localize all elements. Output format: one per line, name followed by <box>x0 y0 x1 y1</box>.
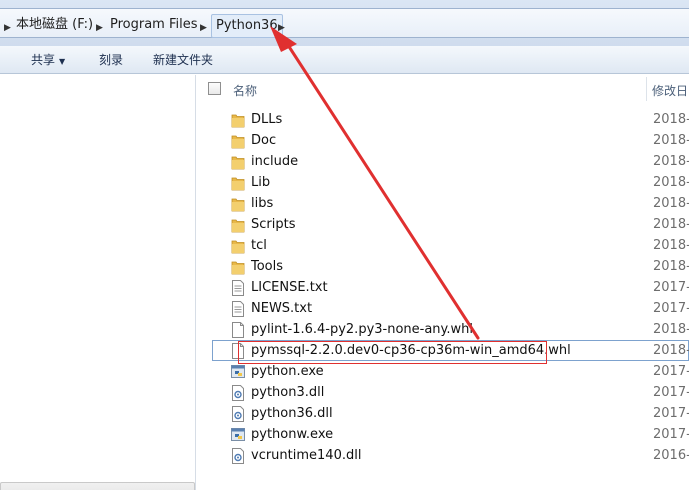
python-exe-icon <box>231 364 245 380</box>
file-name: Doc <box>251 133 277 148</box>
share-label: 共享 <box>31 53 56 67</box>
file-name: python3.dll <box>251 385 325 400</box>
select-all-checkbox[interactable] <box>208 82 221 95</box>
file-name: Scripts <box>251 217 296 232</box>
file-row[interactable]: tcl 2018-0 <box>197 235 689 256</box>
text-file-icon <box>231 280 245 296</box>
file-date: 2017-1 <box>653 301 689 316</box>
file-date: 2017-1 <box>653 406 689 421</box>
chevron-right-icon[interactable]: ▶ <box>278 20 285 36</box>
file-row[interactable]: pylint-1.6.4-py2.py3-none-any.whl 2018-0 <box>197 319 689 340</box>
crumb-drive[interactable]: 本地磁盘 (F:) <box>16 17 93 33</box>
file-date: 2018-0 <box>653 259 689 274</box>
folder-icon <box>231 238 245 254</box>
file-row[interactable]: include 2018-0 <box>197 151 689 172</box>
file-name: python.exe <box>251 364 324 379</box>
file-name: tcl <box>251 238 267 253</box>
address-bar: ▶ 本地磁盘 (F:) ▶ Program Files ▶ Python36 ▶ <box>0 0 689 46</box>
file-name: LICENSE.txt <box>251 280 328 295</box>
crumb-python36[interactable]: Python36 <box>211 14 283 38</box>
folder-icon <box>231 154 245 170</box>
file-date: 2018-0 <box>653 133 689 148</box>
file-name: vcruntime140.dll <box>251 448 362 463</box>
chevron-right-icon[interactable]: ▶ <box>4 20 11 36</box>
file-row[interactable]: pythonw.exe 2017-1 <box>197 424 689 445</box>
file-name: libs <box>251 196 274 211</box>
file-row[interactable]: vcruntime140.dll 2016-0 <box>197 445 689 466</box>
file-row[interactable]: Tools 2018-0 <box>197 256 689 277</box>
file-date: 2018-0 <box>653 154 689 169</box>
chevron-right-icon[interactable]: ▶ <box>96 20 103 36</box>
breadcrumb[interactable]: ▶ 本地磁盘 (F:) ▶ Program Files ▶ Python36 ▶ <box>0 8 689 38</box>
file-row[interactable]: python36.dll 2017-1 <box>197 403 689 424</box>
folder-icon <box>231 175 245 191</box>
file-date: 2018-0 <box>653 322 689 337</box>
file-date: 2018-0 <box>653 238 689 253</box>
file-row[interactable]: libs 2018-0 <box>197 193 689 214</box>
file-name: pythonw.exe <box>251 427 334 442</box>
folder-icon <box>231 133 245 149</box>
file-row[interactable]: python3.dll 2017-1 <box>197 382 689 403</box>
burn-button[interactable]: 刻录 <box>99 52 123 68</box>
file-date: 2018-0 <box>653 112 689 127</box>
file-list: DLLs 2018-0 Doc 2018-0 include 2018-0 Lib 2018-… <box>197 109 689 479</box>
file-date: 2018-0 <box>653 196 689 211</box>
folder-icon <box>231 112 245 128</box>
command-toolbar: 共享 ▼ 刻录 新建文件夹 <box>0 46 689 74</box>
chevron-right-icon[interactable]: ▶ <box>200 20 207 36</box>
file-date: 2018-0 <box>653 343 689 358</box>
file-name: python36.dll <box>251 406 333 421</box>
file-name: include <box>251 154 299 169</box>
file-row[interactable]: DLLs 2018-0 <box>197 109 689 130</box>
file-date: 2018-0 <box>653 175 689 190</box>
python-exe-icon <box>231 427 245 443</box>
horizontal-scrollbar[interactable] <box>0 482 195 490</box>
file-name: pylint-1.6.4-py2.py3-none-any.whl <box>251 322 474 337</box>
file-date: 2017-1 <box>653 364 689 379</box>
file-row[interactable]: Scripts 2018-0 <box>197 214 689 235</box>
file-row[interactable]: pymssql-2.2.0.dev0-cp36-cp36m-win_amd64.… <box>212 340 689 361</box>
navigation-pane[interactable] <box>0 75 196 490</box>
text-file-icon <box>231 301 245 317</box>
share-button[interactable]: 共享 ▼ <box>31 52 65 70</box>
file-row[interactable]: Lib 2018-0 <box>197 172 689 193</box>
blank-file-icon <box>231 343 245 359</box>
file-name: DLLs <box>251 112 283 127</box>
file-name: Lib <box>251 175 271 190</box>
crumb-program-files[interactable]: Program Files <box>110 17 198 33</box>
file-row[interactable]: LICENSE.txt 2017-1 <box>197 277 689 298</box>
file-date: 2016-0 <box>653 448 689 463</box>
file-row[interactable]: Doc 2018-0 <box>197 130 689 151</box>
dll-file-icon <box>231 406 245 422</box>
file-date: 2018-0 <box>653 217 689 232</box>
dll-file-icon <box>231 385 245 401</box>
date-column-header[interactable]: 修改日 <box>652 82 688 99</box>
dll-file-icon <box>231 448 245 464</box>
file-date: 2017-1 <box>653 427 689 442</box>
file-row[interactable]: NEWS.txt 2017-1 <box>197 298 689 319</box>
folder-icon <box>231 196 245 212</box>
file-name: pymssql-2.2.0.dev0-cp36-cp36m-win_amd64.… <box>251 343 571 358</box>
blank-file-icon <box>231 322 245 338</box>
file-date: 2017-1 <box>653 385 689 400</box>
folder-icon <box>231 259 245 275</box>
name-column-header[interactable]: 名称 <box>233 82 257 99</box>
dropdown-arrow-icon: ▼ <box>59 57 66 66</box>
folder-icon <box>231 217 245 233</box>
file-row[interactable]: python.exe 2017-1 <box>197 361 689 382</box>
file-name: Tools <box>251 259 284 274</box>
file-date: 2017-1 <box>653 280 689 295</box>
new-folder-button[interactable]: 新建文件夹 <box>153 52 213 68</box>
column-divider[interactable] <box>646 77 647 101</box>
file-name: NEWS.txt <box>251 301 313 316</box>
column-header: 名称 修改日 <box>197 75 689 103</box>
